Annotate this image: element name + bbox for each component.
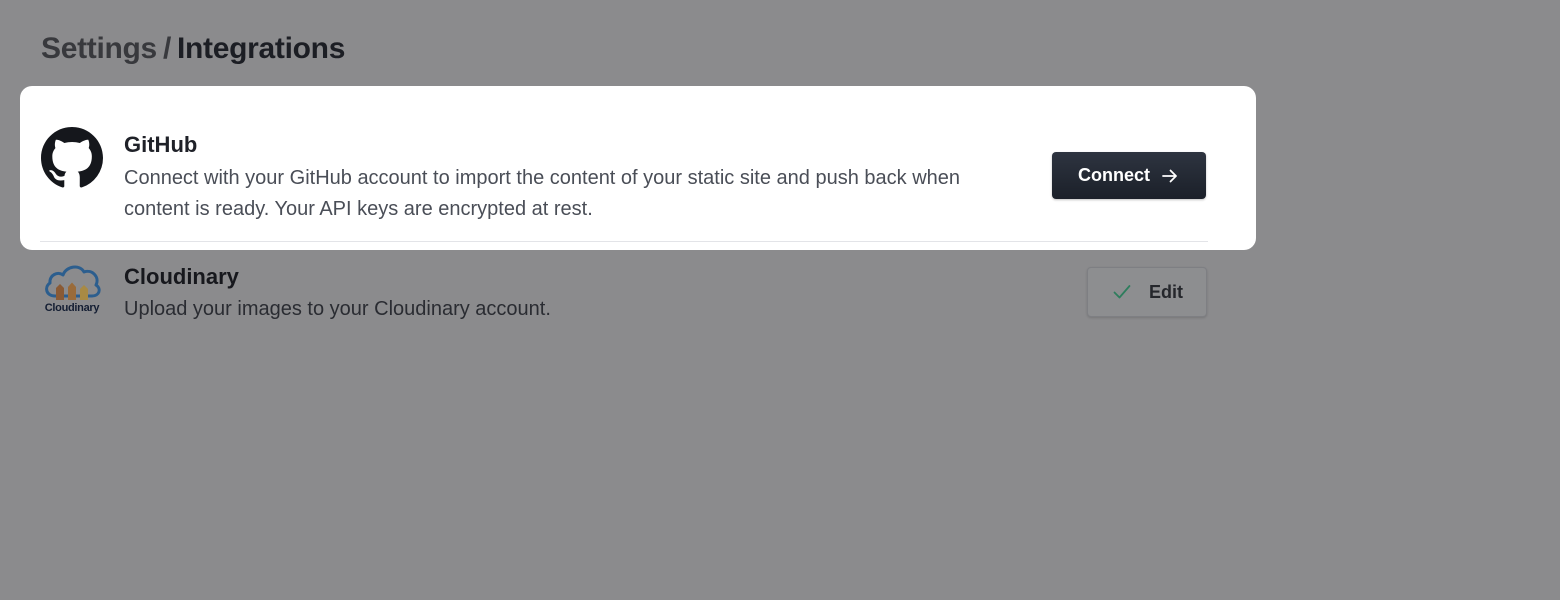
edit-button[interactable]: Edit: [1087, 267, 1207, 317]
integration-description: Connect with your GitHub account to impo…: [124, 167, 961, 220]
row-divider: [40, 241, 1208, 242]
integration-name: GitHub: [124, 132, 198, 157]
integration-name: Cloudinary: [124, 264, 239, 289]
breadcrumb-settings-link[interactable]: Settings: [41, 32, 157, 65]
check-icon: [1111, 281, 1133, 303]
cloudinary-logo: Cloudinary: [41, 260, 103, 322]
integration-row-cloudinary: Cloudinary Cloudinary Upload your images…: [20, 250, 1256, 336]
connect-button-label: Connect: [1078, 165, 1150, 185]
arrow-right-icon: [1160, 166, 1180, 186]
integration-description: Upload your images to your Cloudinary ac…: [124, 298, 551, 320]
edit-button-label: Edit: [1149, 281, 1183, 302]
breadcrumb: Settings / Integrations: [41, 30, 345, 68]
github-icon: [41, 127, 103, 189]
integration-row-github: GitHub Connect with your GitHub account …: [20, 86, 1256, 250]
cloudinary-wordmark: Cloudinary: [44, 302, 100, 314]
breadcrumb-separator: /: [162, 32, 171, 65]
connect-button[interactable]: Connect: [1052, 152, 1206, 199]
page-title: Integrations: [177, 32, 346, 65]
